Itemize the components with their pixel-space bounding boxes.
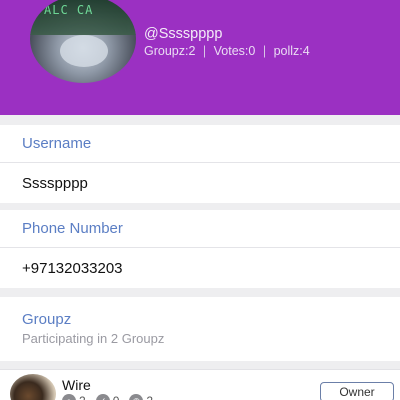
phone-label: Phone Number: [0, 210, 400, 248]
profile-stats: Groupz:2 | Votes:0 | pollz:4: [144, 44, 310, 58]
owner-badge: Owner: [320, 382, 394, 400]
profile-header: ALC CA @Sssspppp Groupz:2 | Votes:0 | po…: [0, 0, 400, 115]
member-count-value: 2: [79, 394, 86, 400]
username-value[interactable]: Sssspppp: [0, 163, 400, 203]
group-counts: ● 2 ✓ 0 ◉ 2: [62, 394, 153, 400]
stat-votes: Votes:0: [213, 44, 256, 58]
vote-count-value: 0: [113, 394, 120, 400]
vote-count: ✓ 0: [95, 394, 120, 400]
checkmark-icon: ✓: [95, 394, 110, 400]
groupz-title: Groupz: [22, 311, 72, 328]
member-count: ● 2: [62, 394, 86, 400]
profile-avatar[interactable]: ALC CA: [30, 0, 136, 83]
phone-value[interactable]: +97132033203: [0, 248, 400, 288]
avatar-text: ALC CA: [44, 3, 94, 17]
person-icon: ●: [62, 394, 76, 400]
stat-groupz: Groupz:2: [144, 44, 196, 58]
avatar-image-overlay: ALC CA: [30, 0, 136, 35]
groupz-section[interactable]: Groupz Participating in 2 Groupz: [0, 297, 400, 361]
profile-screen: ALC CA @Sssspppp Groupz:2 | Votes:0 | po…: [0, 0, 400, 400]
group-name: Wire: [62, 377, 91, 393]
poll-count: ◉ 2: [129, 394, 153, 400]
group-thumbnail: [10, 374, 56, 400]
username-label: Username: [0, 125, 400, 163]
avatar-image-highlight: [60, 35, 108, 67]
stat-pollz: pollz:4: [273, 44, 310, 58]
stat-separator: |: [262, 44, 267, 58]
username-section: Username Sssspppp: [0, 125, 400, 203]
phone-section: Phone Number +97132033203: [0, 210, 400, 288]
poll-icon: ◉: [129, 394, 144, 400]
stat-separator: |: [202, 44, 207, 58]
profile-handle: @Sssspppp: [144, 26, 223, 42]
poll-count-value: 2: [146, 394, 153, 400]
group-list-item[interactable]: Wire ● 2 ✓ 0 ◉ 2 Owner: [0, 369, 400, 400]
groupz-subtitle: Participating in 2 Groupz: [22, 331, 165, 346]
